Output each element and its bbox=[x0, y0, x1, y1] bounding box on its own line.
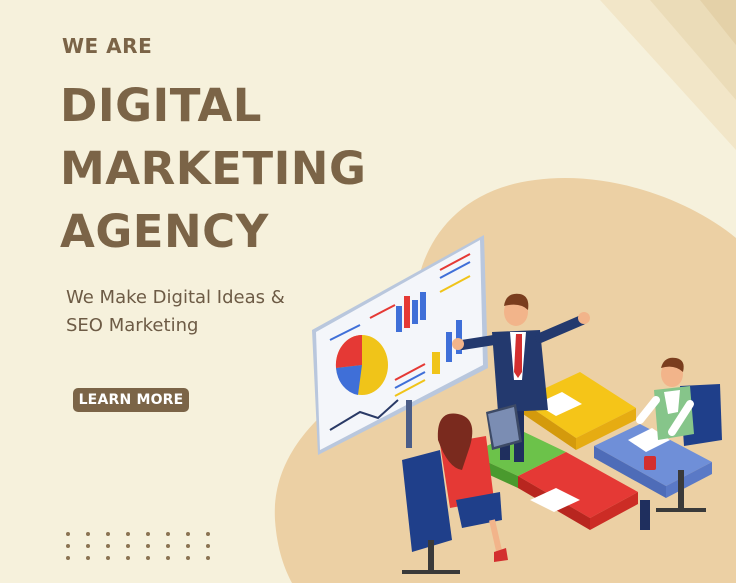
banner: WE ARE DIGITAL MARKETING AGENCY We Make … bbox=[0, 0, 736, 583]
tagline-line-2: SEO Marketing bbox=[66, 315, 199, 336]
headline-line-2: MARKETING bbox=[60, 142, 367, 195]
eyebrow-text: WE ARE bbox=[62, 34, 153, 58]
business-team-meeting-illustration bbox=[312, 235, 722, 574]
headline-line-1: DIGITAL bbox=[60, 79, 262, 132]
dot-grid-decoration bbox=[66, 532, 210, 560]
learn-more-button[interactable]: LEARN MORE bbox=[73, 388, 189, 412]
tagline-line-1: We Make Digital Ideas & bbox=[66, 287, 285, 308]
tagline: We Make Digital Ideas & SEO Marketing bbox=[66, 284, 285, 340]
seated-woman-icon bbox=[402, 404, 522, 574]
